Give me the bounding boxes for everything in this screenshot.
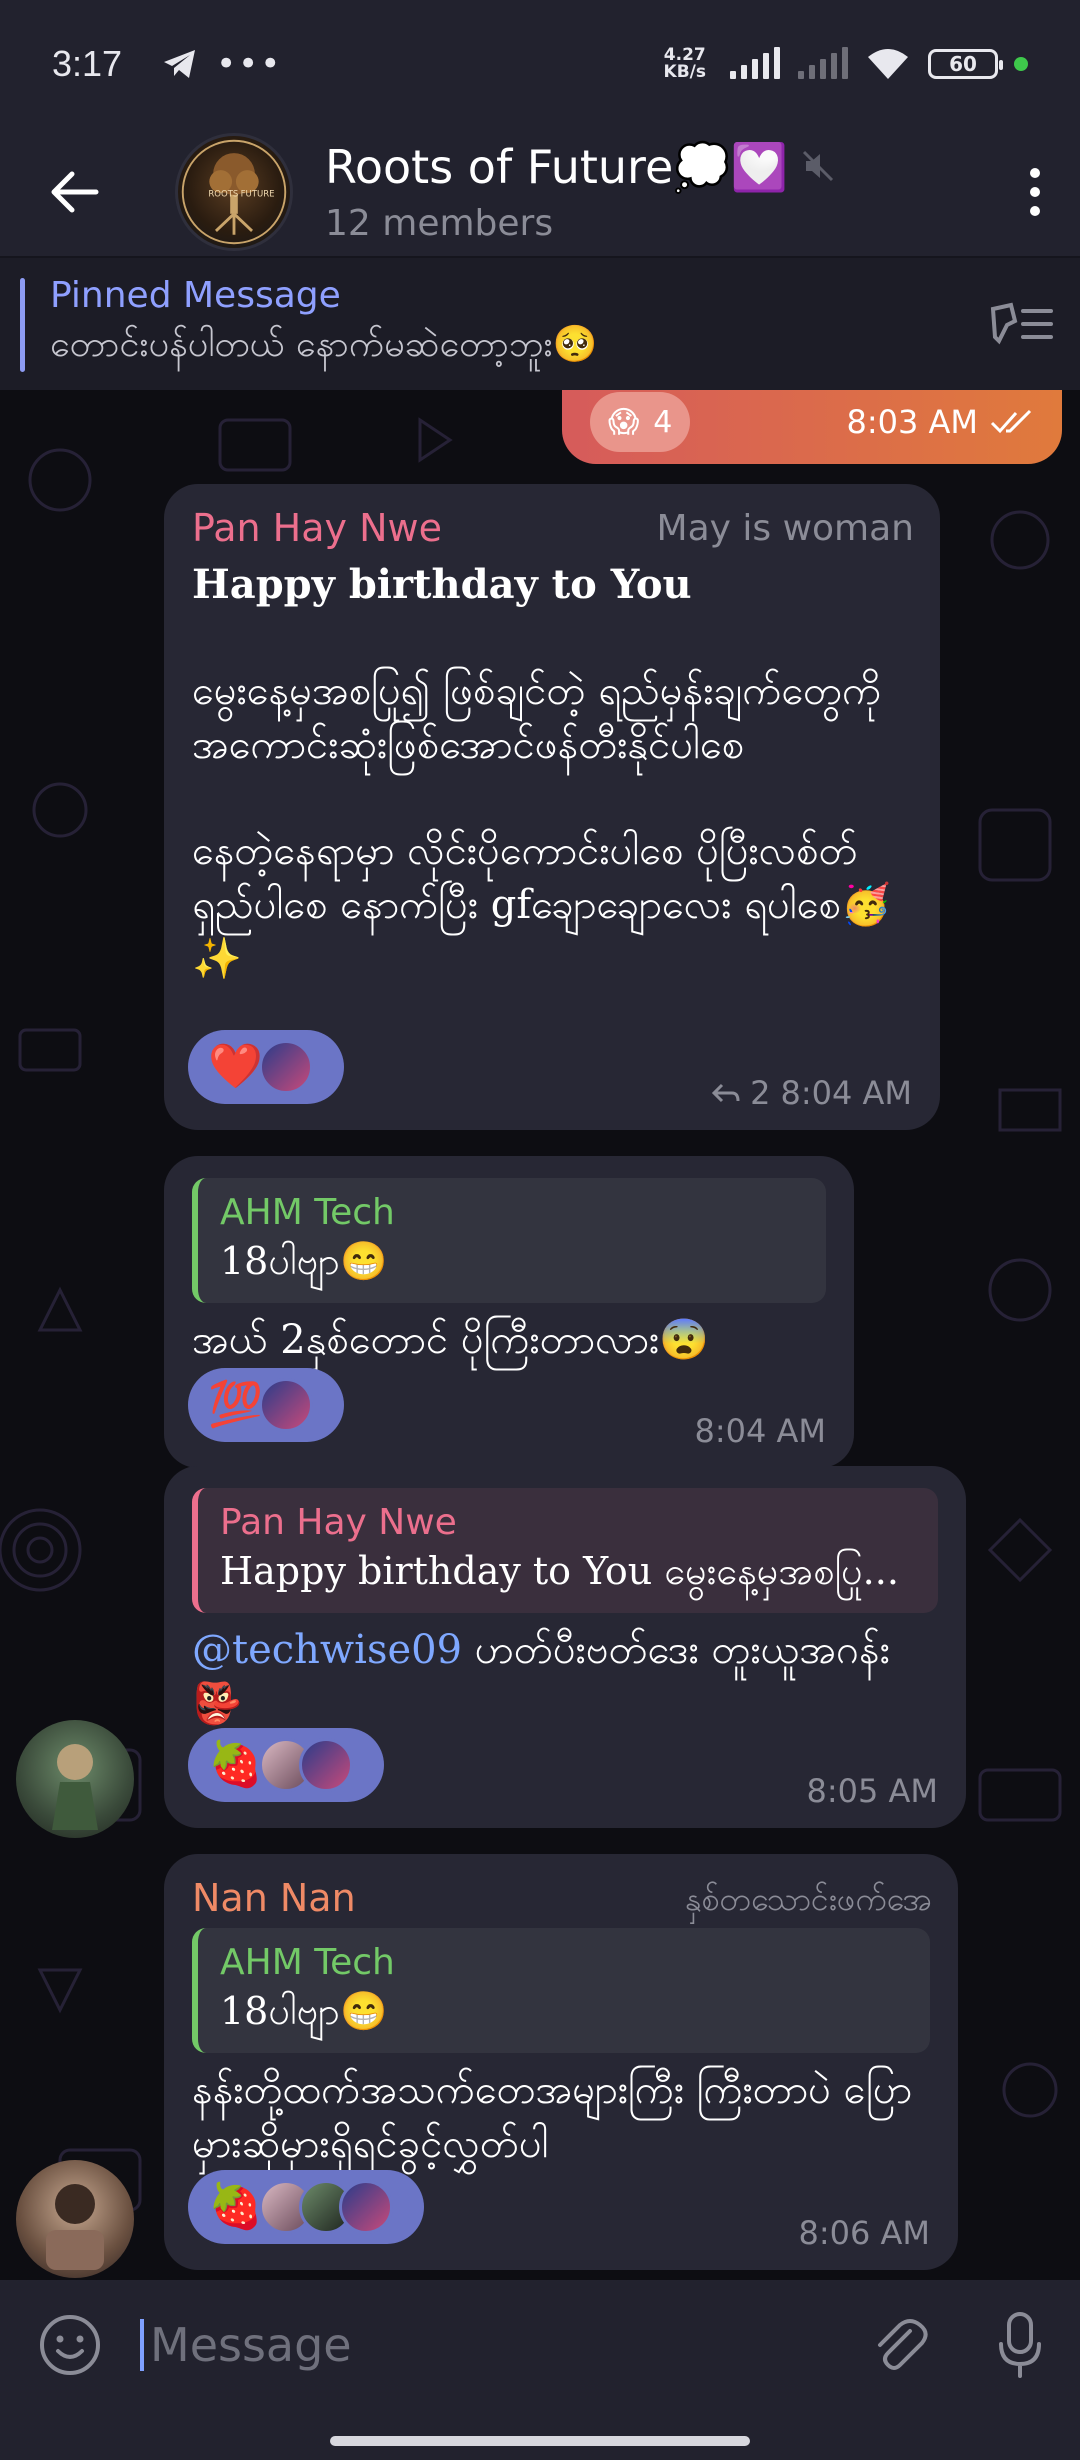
- emoji-button[interactable]: [0, 2313, 140, 2377]
- reply-count: 2: [750, 1074, 771, 1112]
- reaction-emoji: 💯: [208, 1379, 263, 1430]
- message-title: Happy birthday to You: [192, 561, 692, 608]
- message-input[interactable]: [140, 2318, 840, 2372]
- reply-quote[interactable]: AHM Tech 18ပါဗျာ😁: [192, 1178, 826, 1303]
- reaction-emoji: 🍓: [208, 2181, 263, 2232]
- quote-sender: AHM Tech: [220, 1942, 395, 1983]
- message-bubble[interactable]: Nan Nan နှစ်တသောင်းဖက်အေ AHM Tech 18ပါဗျ…: [164, 1854, 958, 2270]
- sender-tag: May is woman: [656, 508, 914, 549]
- message-time: 8:03 AM: [846, 403, 978, 441]
- system-nav-bar: [0, 2410, 1080, 2460]
- message-text: နန်းတို့ထက်အသက်တေအများကြီး ကြီးတာပဲ ပြော…: [192, 2067, 913, 2167]
- message-input-bar: [0, 2280, 1080, 2410]
- outgoing-message-bubble[interactable]: 😱 4 8:03 AM: [562, 390, 1062, 464]
- chat-header: ROOTS FUTURE Roots of Future💭💟 12 member…: [0, 128, 1080, 256]
- attach-button[interactable]: [840, 2313, 960, 2377]
- message-time: 8:04 AM: [780, 1074, 912, 1112]
- sender-avatar[interactable]: [16, 1720, 134, 1838]
- chat-title: Roots of Future💭💟: [325, 140, 788, 194]
- arrow-left-icon: [51, 171, 99, 213]
- reaction-count: 4: [653, 404, 673, 440]
- message-bubble[interactable]: AHM Tech 18ပါဗျာ😁 အယ် 2နှစ်တောင် ပိုကြီး…: [164, 1156, 854, 1468]
- pinned-indicator: [20, 278, 25, 372]
- voice-record-button[interactable]: [960, 2310, 1080, 2380]
- signal-no-sim-icon: [798, 47, 848, 79]
- message-bubble[interactable]: Pan Hay Nwe Happy birthday to You မွေးနေ…: [164, 1466, 966, 1828]
- battery-icon: 60: [928, 49, 1003, 79]
- sender-tag: နှစ်တသောင်းဖက်အေ: [685, 1880, 932, 1918]
- group-avatar[interactable]: ROOTS FUTURE: [175, 133, 293, 251]
- pinned-message-bar[interactable]: Pinned Message တောင်းပန်ပါတယ် နောက်မဆဲတေ…: [0, 256, 1080, 390]
- muted-icon: [800, 141, 836, 195]
- more-options-button[interactable]: [990, 128, 1080, 256]
- message-list[interactable]: 😱 4 8:03 AM Pan Hay Nwe May is woman Hap…: [0, 390, 1080, 2280]
- smiley-icon: [40, 2315, 100, 2375]
- reaction-emoji: 🍓: [208, 1739, 263, 1790]
- user-mention[interactable]: @techwise09: [192, 1627, 462, 1673]
- paperclip-icon: [878, 2319, 928, 2370]
- signal-icon: [730, 47, 780, 79]
- avatar-text-left: ROOTS: [208, 190, 238, 200]
- quote-text: Happy birthday to You မွေးနေ့မှအစပြု...: [220, 1549, 899, 1593]
- message-text: မွေးနေ့မှအစပြု၍ ဖြစ်ချင်တဲ့ ရည်မှန်းချက်…: [192, 668, 882, 768]
- privacy-indicator-dot: [1014, 57, 1028, 71]
- status-bar: 3:17 ••• 4.27 KB/s 60: [0, 0, 1080, 128]
- reactor-avatar: [258, 1040, 313, 1094]
- reaction-pill[interactable]: 😱 4: [590, 392, 691, 452]
- reaction-pill[interactable]: ❤️: [188, 1030, 344, 1104]
- message-text: @techwise09 ဟတ်ပီးဗတ်ဒေး တူးယူအဂန်း👺: [192, 1623, 892, 1731]
- message-input-wrap: [140, 2305, 840, 2385]
- quote-text: 18ပါဗျာ😁: [220, 1989, 388, 2033]
- quote-sender: AHM Tech: [220, 1192, 395, 1233]
- message-time: 8:05 AM: [806, 1772, 938, 1810]
- microphone-icon: [999, 2312, 1041, 2378]
- avatar-text-right: FUTURE: [241, 190, 275, 200]
- more-dots-icon: •••: [216, 44, 283, 84]
- reply-quote[interactable]: AHM Tech 18ပါဗျာ😁: [192, 1928, 930, 2053]
- sender-avatar[interactable]: [16, 2160, 134, 2278]
- chat-members-count: 12 members: [325, 203, 554, 244]
- reply-arrow-icon: [711, 1083, 740, 1103]
- text-cursor: [140, 2319, 144, 2371]
- message-text-2: နေတဲ့နေရာမှာ လိုင်းပိုကောင်းပါစေ ပိုပြီး…: [192, 828, 891, 982]
- reaction-pill[interactable]: 🍓: [188, 1728, 384, 1802]
- message-text: အယ် 2နှစ်တောင် ပိုကြီးတာလား😨: [192, 1317, 710, 1363]
- reactor-avatar: [338, 2180, 393, 2234]
- quote-sender: Pan Hay Nwe: [220, 1502, 457, 1543]
- net-speed: 4.27 KB/s: [664, 47, 706, 81]
- quote-text: 18ပါဗျာ😁: [220, 1239, 388, 1283]
- battery-level: 60: [949, 52, 977, 76]
- telegram-icon: [162, 48, 198, 80]
- reactor-avatar: [298, 1738, 353, 1792]
- chat-title-block[interactable]: Roots of Future💭💟 12 members: [325, 140, 990, 244]
- status-time: 3:17: [52, 43, 123, 84]
- tree-logo-icon: ROOTS FUTURE: [181, 139, 287, 245]
- message-time: 8:04 AM: [694, 1412, 826, 1450]
- pinned-text: တောင်းပန်ပါတယ် နောက်မဆဲတော့ဘူး🥺: [50, 323, 598, 365]
- pinned-title: Pinned Message: [50, 274, 341, 316]
- wifi-icon: [866, 47, 910, 81]
- pin-list-icon: [990, 302, 1053, 345]
- home-gesture-bar[interactable]: [330, 2436, 750, 2446]
- telegram-chat-screen: 3:17 ••• 4.27 KB/s 60 ROOTS FUTURE Roots…: [0, 0, 1080, 2460]
- reaction-pill[interactable]: 🍓: [188, 2170, 424, 2244]
- back-button[interactable]: [0, 128, 150, 256]
- reaction-pill[interactable]: 💯: [188, 1368, 344, 1442]
- message-time: 8:06 AM: [798, 2214, 930, 2252]
- net-speed-unit: KB/s: [663, 62, 706, 82]
- message-bubble[interactable]: Pan Hay Nwe May is woman Happy birthday …: [164, 484, 940, 1130]
- reply-quote[interactable]: Pan Hay Nwe Happy birthday to You မွေးနေ…: [192, 1488, 938, 1613]
- pinned-list-button[interactable]: [960, 301, 1080, 347]
- double-check-icon: [990, 409, 1032, 434]
- reaction-emoji: 😱: [608, 404, 640, 440]
- reactor-avatar: [258, 1378, 313, 1432]
- reaction-emoji: ❤️: [208, 1041, 263, 1092]
